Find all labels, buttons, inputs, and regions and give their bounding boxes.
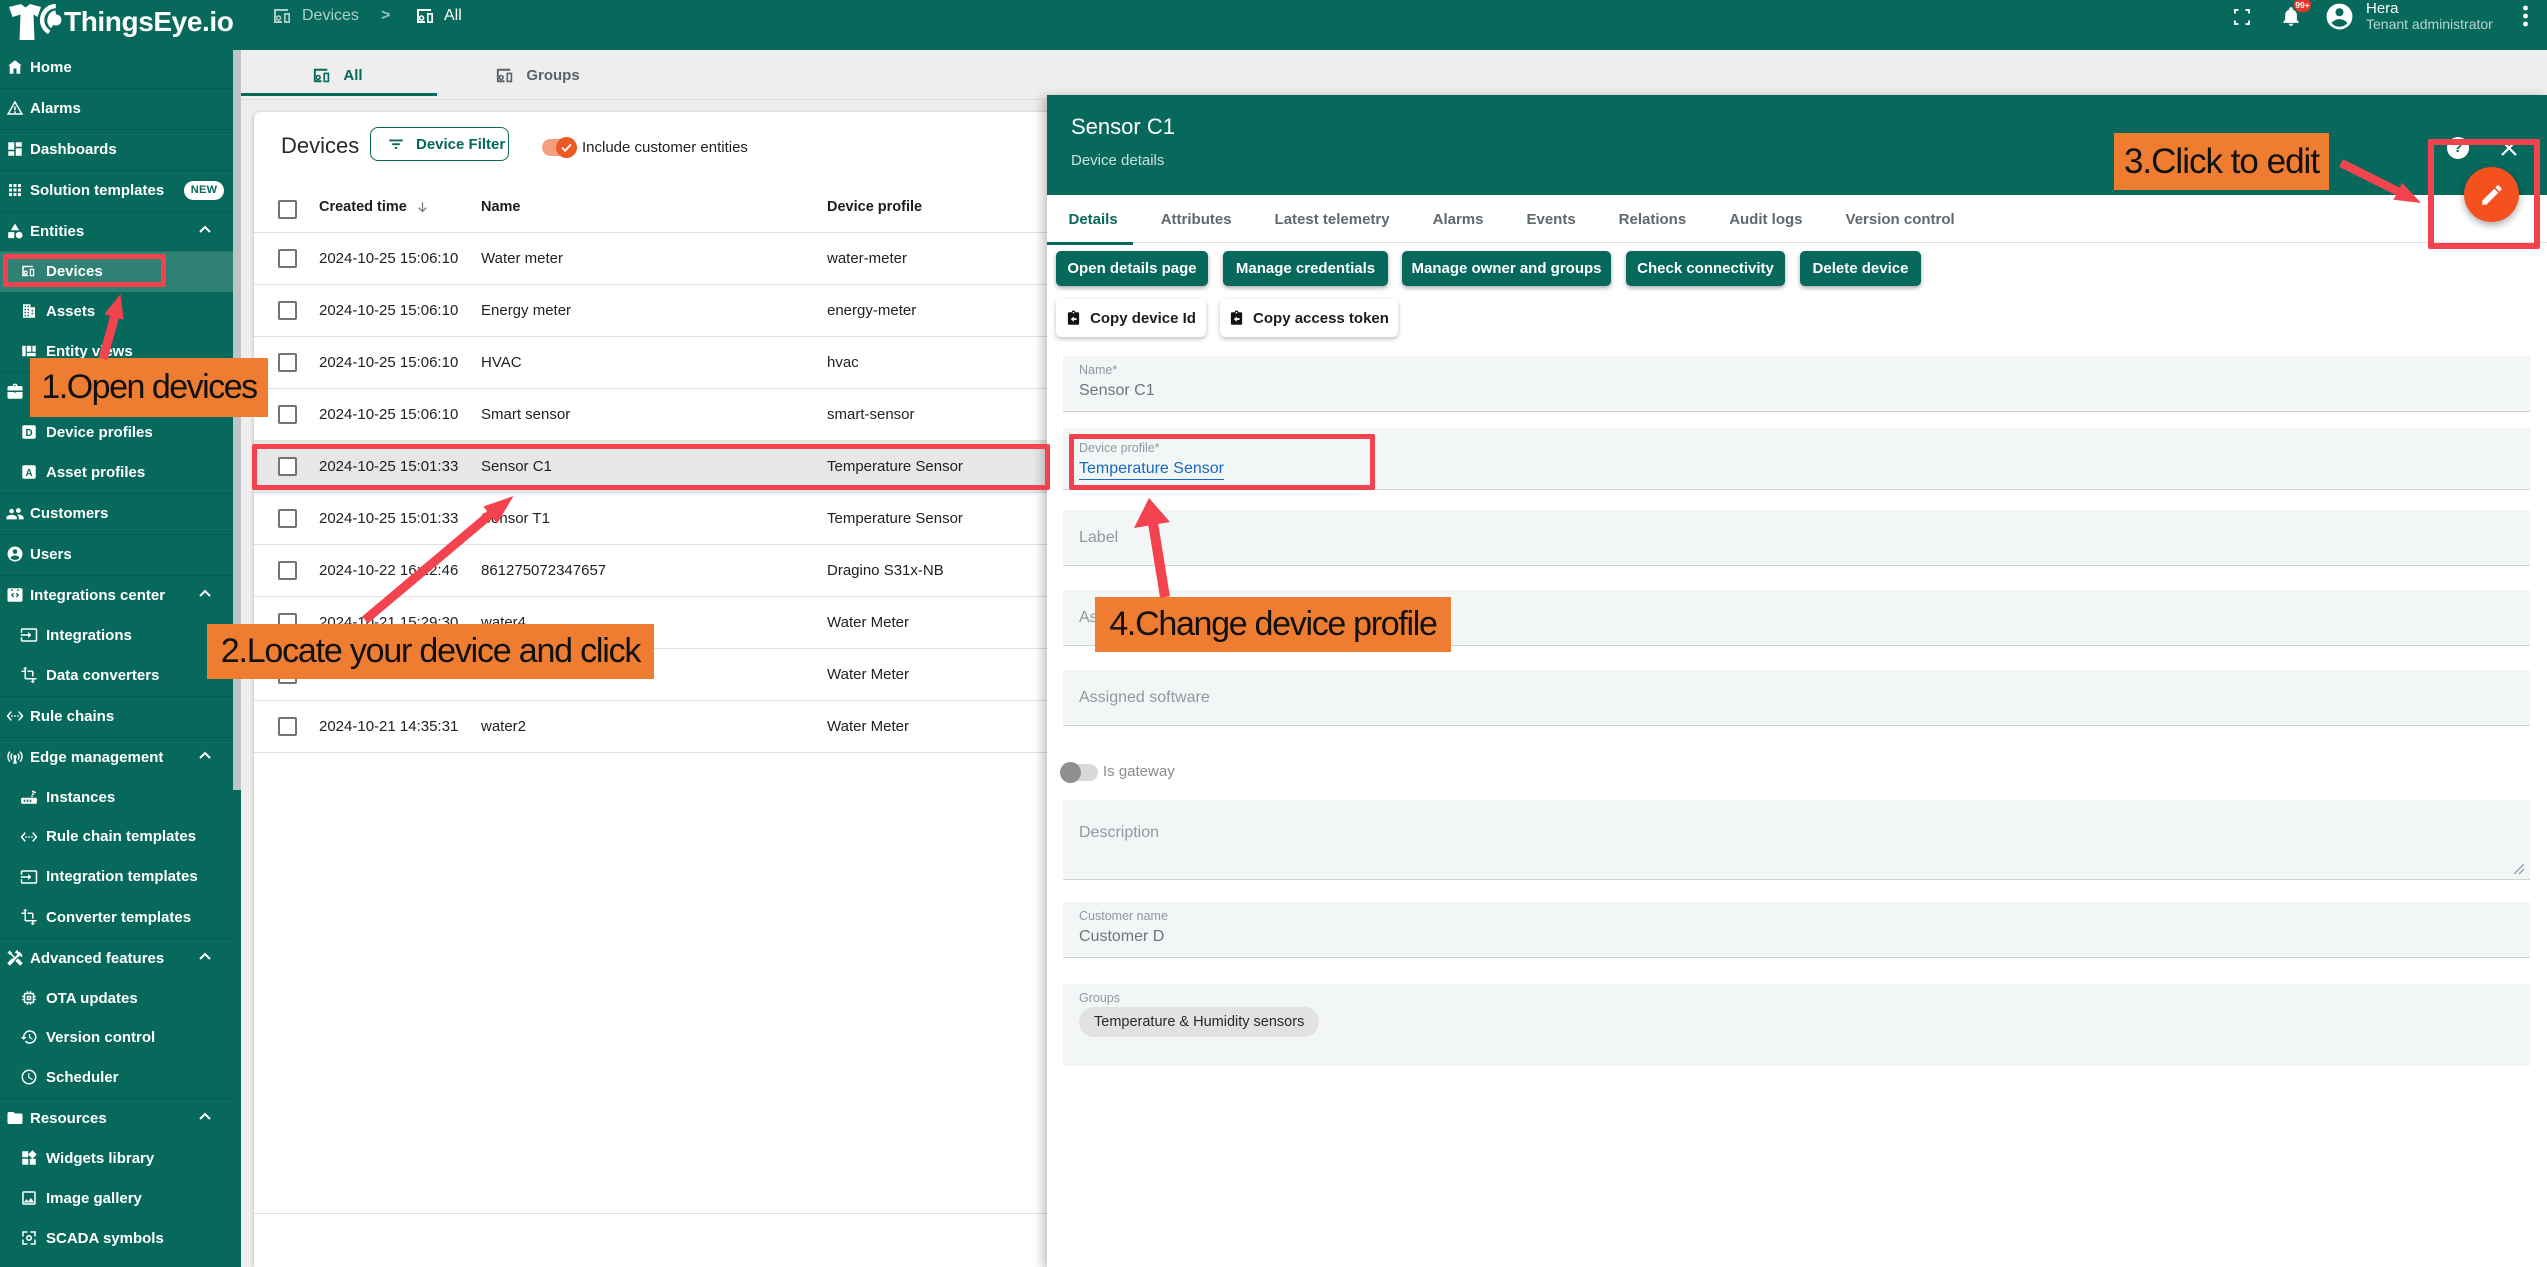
svg-text:D: D (25, 428, 32, 439)
svg-text:A: A (25, 468, 32, 479)
